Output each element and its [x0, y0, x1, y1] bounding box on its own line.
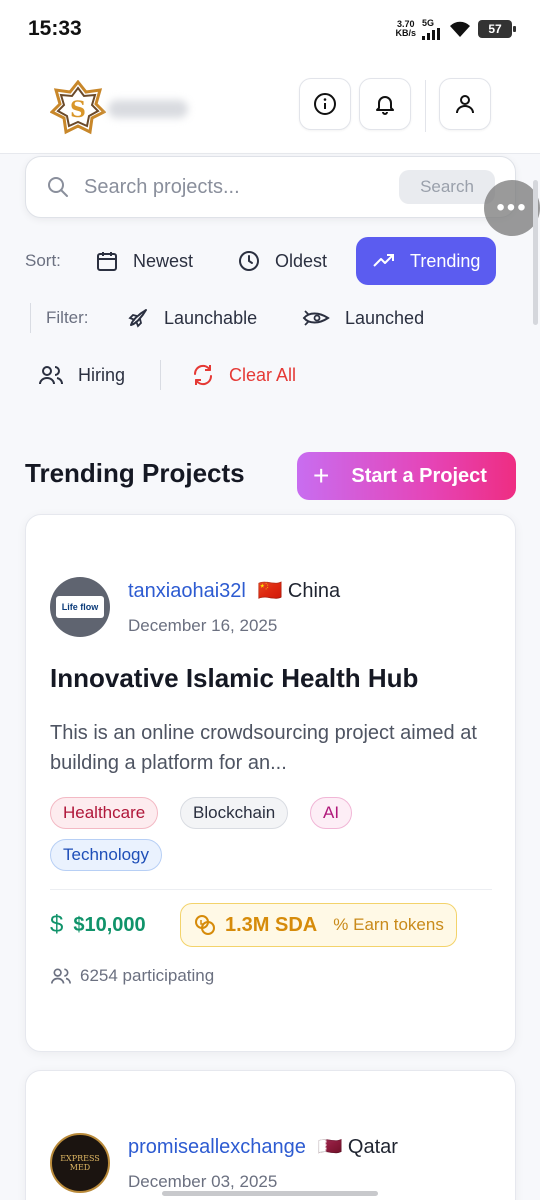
search-bar: Search projects... Search [25, 156, 516, 218]
filter-launchable-label: Launchable [164, 307, 258, 328]
start-project-button[interactable]: + Start a Project [297, 452, 516, 500]
network-type: 5G [422, 17, 435, 28]
funding-amount: $ $10,000 [50, 911, 146, 939]
info-button[interactable] [299, 78, 351, 130]
filter-launched-label: Launched [345, 307, 425, 328]
filter-launchable[interactable]: Launchable [126, 306, 301, 330]
status-bar: 15:33 3.70 KB/s 5G 57 [0, 0, 540, 58]
percent-icon: % [333, 915, 349, 934]
avatar-logo-text: EXPRESS MED [60, 1154, 100, 1172]
tag-blockchain[interactable]: Blockchain [180, 797, 289, 829]
users-icon [39, 366, 64, 385]
sort-newest[interactable]: Newest [95, 249, 237, 273]
plus-icon: + [313, 460, 330, 491]
card-divider [50, 889, 492, 890]
bell-icon [376, 96, 394, 115]
project-author[interactable]: tanxiaohai32l 🇨🇳 China [128, 578, 340, 603]
network-speed: 3.70 KB/s [395, 20, 416, 38]
search-button[interactable]: Search [399, 170, 495, 204]
author-username[interactable]: tanxiaohai32l [128, 580, 246, 602]
wifi-icon [450, 21, 470, 37]
project-description: This is an online crowdsourcing project … [50, 722, 477, 774]
author-username[interactable]: promiseallexchange [128, 1136, 306, 1158]
project-date: December 03, 2025 [128, 1172, 278, 1191]
launched-icon [302, 310, 330, 326]
token-badge: 1.3M SDA % Earn tokens [180, 903, 457, 947]
filter-hiring-label: Hiring [78, 364, 126, 385]
sort-oldest[interactable]: Oldest [237, 249, 356, 273]
sort-newest-label: Newest [133, 250, 194, 271]
sort-row: Sort: Newest Oldest Trending [25, 237, 497, 285]
users-icon [51, 968, 72, 984]
coins-icon [195, 915, 215, 935]
tag-healthcare[interactable]: Healthcare [50, 797, 159, 829]
network-speed-unit: KB/s [395, 28, 416, 38]
project-date: December 16, 2025 [128, 616, 278, 635]
clear-all-label: Clear All [229, 364, 297, 385]
header-divider [425, 80, 426, 132]
participants-count: 6254 participating [50, 966, 214, 986]
funding-value: $10,000 [73, 913, 146, 936]
project-card[interactable]: EXPRESS MED promiseallexchange 🇶🇦 Qatar … [25, 1070, 516, 1200]
app-header: S [0, 58, 540, 154]
search-icon [48, 177, 68, 197]
status-time: 15:33 [28, 17, 82, 40]
scrollbar[interactable] [533, 180, 538, 325]
filter-row: Filter: Launchable Launched [30, 300, 424, 336]
refresh-icon [193, 364, 213, 386]
brand-logo-icon[interactable]: S [50, 80, 106, 136]
filter-label: Filter: [46, 308, 89, 327]
project-author[interactable]: promiseallexchange 🇶🇦 Qatar [128, 1134, 398, 1159]
section-title: Trending Projects [25, 458, 245, 488]
author-country: 🇨🇳 China [257, 580, 340, 602]
sort-label: Sort: [25, 251, 61, 270]
earn-tokens-label: % Earn tokens [333, 915, 444, 935]
info-icon [314, 93, 336, 115]
tag-technology[interactable]: Technology [50, 839, 163, 871]
author-country: 🇶🇦 Qatar [317, 1136, 398, 1158]
country-name: China [287, 580, 341, 602]
sort-trending[interactable]: Trending [356, 237, 497, 285]
profile-button[interactable] [439, 78, 491, 130]
svg-text:S: S [70, 97, 86, 123]
avatar[interactable]: Life flow [50, 577, 110, 637]
search-input[interactable]: Search projects... [84, 176, 399, 199]
sort-trending-label: Trending [410, 250, 481, 271]
trending-up-icon [373, 254, 394, 267]
battery-level: 57 [488, 22, 502, 36]
brand-name-blurred [108, 100, 188, 118]
filter-hiring[interactable]: Hiring [38, 363, 160, 387]
user-icon [456, 95, 474, 114]
filter-launched[interactable]: Launched [301, 306, 424, 330]
avatar-logo-text: Life flow [56, 596, 104, 618]
flag-icon: 🇶🇦 [317, 1136, 343, 1158]
filter-divider [30, 303, 31, 333]
dollar-icon: $ [50, 911, 64, 938]
earn-tokens-text: Earn tokens [353, 915, 444, 934]
flag-icon: 🇨🇳 [257, 580, 283, 602]
token-amount: 1.3M SDA [225, 913, 318, 936]
notifications-button[interactable] [359, 78, 411, 130]
status-icons: 3.70 KB/s 5G 57 [395, 17, 516, 40]
signal-icon: 5G [422, 17, 442, 40]
filter-row-2: Hiring Clear All [38, 356, 296, 394]
battery-icon: 57 [478, 20, 516, 38]
project-title[interactable]: Innovative Islamic Health Hub [50, 663, 418, 694]
filter-divider-2 [160, 360, 161, 390]
floating-more-button[interactable]: ••• [484, 180, 540, 236]
country-name: Qatar [347, 1136, 398, 1158]
clear-all-button[interactable]: Clear All [191, 363, 296, 387]
start-project-label: Start a Project [351, 464, 487, 487]
calendar-icon [97, 252, 117, 271]
participants-text: 6254 participating [80, 966, 215, 985]
avatar[interactable]: EXPRESS MED [50, 1133, 110, 1193]
home-indicator[interactable] [162, 1191, 378, 1196]
clock-icon [239, 251, 259, 271]
project-card[interactable]: Life flow tanxiaohai32l 🇨🇳 China Decembe… [25, 514, 516, 1052]
rocket-icon [128, 309, 147, 328]
sort-oldest-label: Oldest [275, 250, 328, 271]
tag-ai[interactable]: AI [310, 797, 353, 829]
